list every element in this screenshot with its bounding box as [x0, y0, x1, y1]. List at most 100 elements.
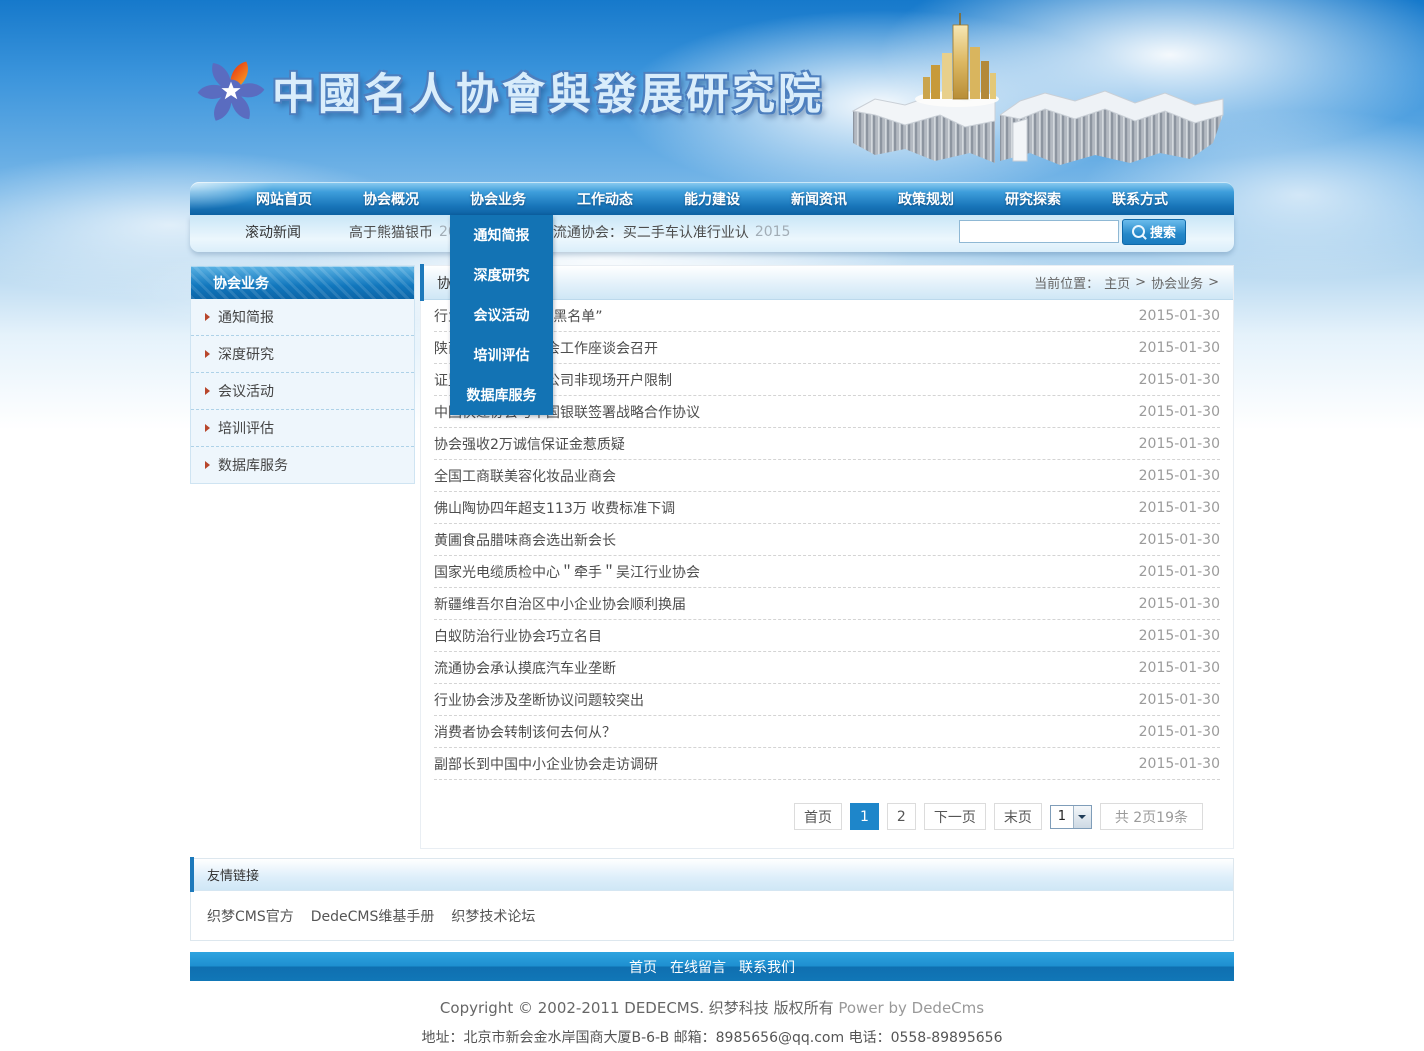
nav-item-research[interactable]: 研究探索 — [1005, 189, 1061, 209]
article-date: 2015-01-30 — [1139, 308, 1220, 324]
article-row: 新疆维吾尔自治区中小企业协会顺利换届 2015-01-30 — [434, 588, 1220, 620]
ticker-item[interactable]: 流通协会：买二手车认准行业认 — [553, 222, 749, 242]
arrow-right-icon — [205, 461, 210, 469]
breadcrumb-section-link[interactable]: 协会业务 — [1151, 273, 1203, 292]
article-date: 2015-01-30 — [1139, 532, 1220, 548]
sidebar-item-notice[interactable]: 通知简报 — [191, 299, 414, 336]
dropdown-item-database[interactable]: 数据库服务 — [450, 375, 553, 415]
article-date: 2015-01-30 — [1139, 660, 1220, 676]
chevron-down-icon — [1078, 815, 1086, 819]
dropdown-item-notice[interactable]: 通知简报 — [450, 215, 553, 255]
article-date: 2015-01-30 — [1139, 436, 1220, 452]
article-date: 2015-01-30 — [1139, 724, 1220, 740]
news-ticker: 高于熊猫银币 20 流通协会：买二手车认准行业认 2015 — [349, 222, 790, 242]
search-input[interactable] — [959, 220, 1119, 243]
search-area: 搜索 — [959, 219, 1186, 245]
news-search-bar: 滚动新闻 高于熊猫银币 20 流通协会：买二手车认准行业认 2015 搜索 — [190, 215, 1234, 252]
pagination-page-2[interactable]: 2 — [887, 803, 916, 830]
article-link[interactable]: 消费者协会转制该何去何从？ — [434, 722, 616, 742]
article-link[interactable]: 国家光电缆质检中心＂牵手＂吴江行业协会 — [434, 562, 700, 582]
sidebar-item-label: 培训评估 — [218, 418, 274, 438]
sidebar-item-database[interactable]: 数据库服务 — [191, 447, 414, 483]
article-date: 2015-01-30 — [1139, 564, 1220, 580]
friend-links-box: 友情链接 织梦CMS官方 DedeCMS维基手册 织梦技术论坛 — [190, 858, 1234, 941]
main-nav: 网站首页 协会概况 协会业务 工作动态 能力建设 新闻资讯 政策规划 研究探索 … — [190, 182, 1234, 215]
footer-nav-home[interactable]: 首页 — [629, 957, 657, 977]
nav-item-contact[interactable]: 联系方式 — [1112, 189, 1168, 209]
pagination-last-button[interactable]: 末页 — [994, 803, 1042, 830]
article-link[interactable]: 行业协会涉及垄断协议问题较突出 — [434, 690, 644, 710]
search-button[interactable]: 搜索 — [1122, 219, 1186, 245]
nav-dropdown-menu: 通知简报 深度研究 会议活动 培训评估 数据库服务 — [450, 215, 553, 415]
friend-links-title: 友情链接 — [191, 859, 1233, 891]
article-date: 2015-01-30 — [1139, 372, 1220, 388]
friend-link[interactable]: DedeCMS维基手册 — [311, 906, 435, 926]
sidebar-item-label: 会议活动 — [218, 381, 274, 401]
nav-item-work[interactable]: 工作动态 — [577, 189, 633, 209]
article-row: 国家光电缆质检中心＂牵手＂吴江行业协会 2015-01-30 — [434, 556, 1220, 588]
article-row: 黄圃食品腊味商会选出新会长 2015-01-30 — [434, 524, 1220, 556]
page-select-button[interactable] — [1073, 806, 1091, 828]
article-link[interactable]: 新疆维吾尔自治区中小企业协会顺利换届 — [434, 594, 686, 614]
article-link[interactable]: 全国工商联美容化妆品业商会 — [434, 466, 616, 486]
article-link[interactable]: 流通协会承认摸底汽车业垄断 — [434, 658, 616, 678]
article-date: 2015-01-30 — [1139, 340, 1220, 356]
china-map-graphic — [845, 3, 1235, 168]
article-link[interactable]: 协会强收2万诚信保证金惹质疑 — [434, 434, 625, 454]
article-link[interactable]: 佛山陶协四年超支113万 收费标准下调 — [434, 498, 675, 518]
sidebar-item-label: 通知简报 — [218, 307, 274, 327]
sidebar: 协会业务 通知简报 深度研究 会议活动 培训评估 数据库服务 — [190, 265, 415, 484]
article-link[interactable]: 副部长到中国中小企业协会走访调研 — [434, 754, 658, 774]
sidebar-item-meeting[interactable]: 会议活动 — [191, 373, 414, 410]
ticker-item[interactable]: 高于熊猫银币 — [349, 222, 433, 242]
pagination-page-1[interactable]: 1 — [850, 803, 879, 830]
ticker-date: 2015 — [755, 224, 791, 240]
search-button-label: 搜索 — [1150, 222, 1176, 241]
article-date: 2015-01-30 — [1139, 468, 1220, 484]
pagination: 首页 1 2 下一页 末页 1 共 2页19条 — [421, 803, 1203, 830]
pagination-first-button[interactable]: 首页 — [794, 803, 842, 830]
breadcrumb-separator: > — [1135, 275, 1146, 290]
arrow-right-icon — [205, 424, 210, 432]
site-title: 中國名人协會與發展研究院 — [272, 60, 824, 122]
article-link[interactable]: 白蚁防治行业协会巧立名目 — [434, 626, 602, 646]
article-date: 2015-01-30 — [1139, 756, 1220, 772]
arrow-right-icon — [205, 313, 210, 321]
pagination-next-button[interactable]: 下一页 — [924, 803, 986, 830]
nav-item-about[interactable]: 协会概况 — [363, 189, 419, 209]
breadcrumb-home-link[interactable]: 主页 — [1104, 273, 1130, 292]
article-row: 协会强收2万诚信保证金惹质疑 2015-01-30 — [434, 428, 1220, 460]
article-row: 流通协会承认摸底汽车业垄断 2015-01-30 — [434, 652, 1220, 684]
nav-item-capability[interactable]: 能力建设 — [684, 189, 740, 209]
article-row: 白蚁防治行业协会巧立名目 2015-01-30 — [434, 620, 1220, 652]
article-date: 2015-01-30 — [1139, 692, 1220, 708]
article-date: 2015-01-30 — [1139, 628, 1220, 644]
article-row: 行业协会涉及垄断协议问题较突出 2015-01-30 — [434, 684, 1220, 716]
article-link[interactable]: 黄圃食品腊味商会选出新会长 — [434, 530, 616, 550]
nav-item-policy[interactable]: 政策规划 — [898, 189, 954, 209]
article-date: 2015-01-30 — [1139, 500, 1220, 516]
nav-item-home[interactable]: 网站首页 — [256, 189, 312, 209]
sidebar-item-research[interactable]: 深度研究 — [191, 336, 414, 373]
sidebar-item-label: 数据库服务 — [218, 455, 288, 475]
copyright-line: Copyright © 2002-2011 DEDECMS. 织梦科技 版权所有… — [0, 997, 1424, 1018]
friend-link[interactable]: 织梦技术论坛 — [451, 906, 535, 926]
article-row: 副部长到中国中小企业协会走访调研 2015-01-30 — [434, 748, 1220, 780]
footer-nav-contact[interactable]: 联系我们 — [739, 957, 795, 977]
article-date: 2015-01-30 — [1139, 596, 1220, 612]
footer-nav-message[interactable]: 在线留言 — [670, 957, 726, 977]
sidebar-item-label: 深度研究 — [218, 344, 274, 364]
nav-item-news[interactable]: 新闻资讯 — [791, 189, 847, 209]
nav-item-business[interactable]: 协会业务 — [470, 189, 526, 209]
breadcrumb-separator: > — [1208, 275, 1219, 290]
friend-link[interactable]: 织梦CMS官方 — [207, 906, 294, 926]
page-select[interactable]: 1 — [1050, 805, 1092, 829]
address-line: 地址：北京市新会金水岸国商大厦B-6-B 邮箱：8985656@qq.com 电… — [0, 1027, 1424, 1047]
dropdown-item-meeting[interactable]: 会议活动 — [450, 295, 553, 335]
breadcrumb: 当前位置： 主页 > 协会业务 > — [1034, 273, 1219, 292]
dropdown-item-training[interactable]: 培训评估 — [450, 335, 553, 375]
sidebar-item-training[interactable]: 培训评估 — [191, 410, 414, 447]
pagination-summary: 共 2页19条 — [1100, 803, 1203, 830]
sidebar-title: 协会业务 — [191, 266, 414, 299]
dropdown-item-research[interactable]: 深度研究 — [450, 255, 553, 295]
